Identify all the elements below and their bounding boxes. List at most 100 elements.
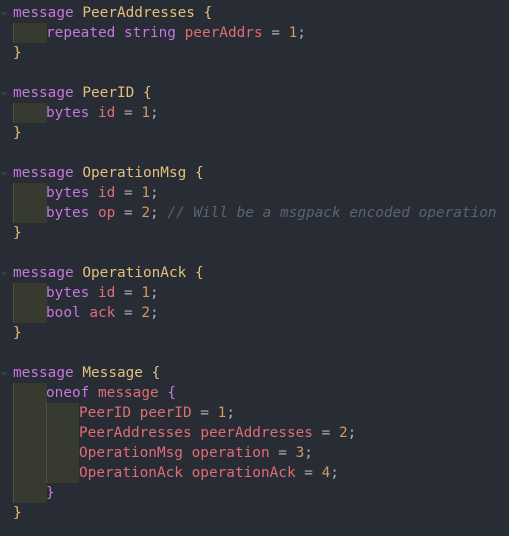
code-token: id bbox=[98, 285, 116, 301]
code-token: = bbox=[262, 25, 289, 41]
code-line[interactable]: bytes op = 2; // Will be a msgpack encod… bbox=[0, 203, 509, 223]
code-token: ack bbox=[89, 305, 116, 321]
code-token: OperationMsg bbox=[79, 445, 183, 461]
code-token: ; bbox=[226, 405, 235, 421]
code-token: repeated bbox=[46, 25, 116, 41]
code-token: = bbox=[115, 305, 142, 321]
code-token: ; bbox=[150, 185, 159, 201]
code-text: bool ack = 2; bbox=[13, 305, 159, 321]
fold-chevron-icon[interactable]: ⌄ bbox=[1, 8, 8, 17]
code-token: = bbox=[115, 285, 142, 301]
code-line[interactable]: bytes id = 1; bbox=[0, 283, 509, 303]
code-token: = bbox=[269, 445, 296, 461]
code-line[interactable]: ⌄ message OperationMsg { bbox=[0, 163, 509, 183]
code-line[interactable]: } bbox=[0, 43, 509, 63]
code-token: 3 bbox=[295, 445, 305, 461]
code-token: message bbox=[13, 5, 74, 21]
code-line[interactable] bbox=[0, 63, 509, 83]
code-token: 1 bbox=[288, 25, 298, 41]
code-text: OperationAck operationAck = 4; bbox=[13, 465, 339, 481]
code-token: string bbox=[123, 25, 176, 41]
code-token: = bbox=[115, 105, 142, 121]
code-line[interactable]: } bbox=[0, 503, 509, 523]
code-token: { bbox=[142, 85, 152, 101]
code-token: Message bbox=[82, 365, 143, 381]
fold-chevron-icon[interactable]: ⌄ bbox=[1, 368, 8, 377]
code-token: 4 bbox=[321, 465, 331, 481]
code-text: bytes id = 1; bbox=[13, 285, 159, 301]
code-line[interactable]: bytes id = 1; bbox=[0, 103, 509, 123]
code-token: peerID bbox=[139, 405, 192, 421]
code-text: } bbox=[13, 505, 22, 521]
code-token: } bbox=[13, 505, 22, 521]
code-text: } bbox=[13, 325, 22, 341]
code-token: } bbox=[13, 225, 22, 241]
code-line[interactable]: bool ack = 2; bbox=[0, 303, 509, 323]
code-token: OperationMsg bbox=[82, 165, 187, 181]
code-text: bytes id = 1; bbox=[13, 105, 159, 121]
code-token: { bbox=[167, 385, 176, 401]
code-token: oneof bbox=[46, 385, 90, 401]
code-line[interactable] bbox=[0, 243, 509, 263]
fold-chevron-icon[interactable]: ⌄ bbox=[1, 268, 8, 277]
code-line[interactable]: oneof message { bbox=[0, 383, 509, 403]
code-text: } bbox=[13, 225, 22, 241]
code-token: ; bbox=[330, 465, 339, 481]
code-line[interactable]: PeerAddresses peerAddresses = 2; bbox=[0, 423, 509, 443]
code-editor[interactable]: ⌄ message PeerAddresses {repeated string … bbox=[0, 3, 509, 523]
code-token: PeerID bbox=[79, 405, 131, 421]
code-text: PeerAddresses peerAddresses = 2; bbox=[13, 425, 356, 441]
code-text: message PeerID { bbox=[13, 85, 152, 101]
code-token: op bbox=[98, 205, 116, 221]
code-line[interactable] bbox=[0, 143, 509, 163]
code-line[interactable]: ⌄ message PeerAddresses { bbox=[0, 3, 509, 23]
fold-chevron-icon[interactable]: ⌄ bbox=[1, 168, 8, 177]
code-token: message bbox=[13, 165, 74, 181]
code-token: = bbox=[312, 425, 339, 441]
code-text: } bbox=[13, 45, 22, 61]
code-line[interactable]: } bbox=[0, 323, 509, 343]
code-token: PeerID bbox=[82, 85, 135, 101]
code-line[interactable] bbox=[0, 343, 509, 363]
code-token: ; bbox=[297, 25, 306, 41]
code-line[interactable]: } bbox=[0, 123, 509, 143]
code-token: id bbox=[98, 105, 116, 121]
code-line[interactable]: OperationAck operationAck = 4; bbox=[0, 463, 509, 483]
code-line[interactable]: PeerID peerID = 1; bbox=[0, 403, 509, 423]
fold-chevron-icon[interactable]: ⌄ bbox=[1, 88, 8, 97]
code-token: = bbox=[115, 185, 142, 201]
code-token: { bbox=[194, 165, 204, 181]
code-editor-window: { "editor": { "lines": [ {"indent": 0, "… bbox=[0, 0, 509, 536]
code-line[interactable]: ⌄ message OperationAck { bbox=[0, 263, 509, 283]
code-line[interactable]: } bbox=[0, 483, 509, 503]
code-token: 1 bbox=[141, 185, 150, 201]
code-text: message OperationMsg { bbox=[13, 165, 204, 181]
code-line[interactable]: OperationMsg operation = 3; bbox=[0, 443, 509, 463]
code-text: oneof message { bbox=[13, 385, 176, 401]
code-token: ; bbox=[150, 105, 159, 121]
code-token: { bbox=[194, 265, 204, 281]
code-token: id bbox=[98, 185, 116, 201]
code-line[interactable]: ⌄ message PeerID { bbox=[0, 83, 509, 103]
code-token: bytes bbox=[46, 185, 90, 201]
code-token: = bbox=[295, 465, 322, 481]
code-line[interactable]: repeated string peerAddrs = 1; bbox=[0, 23, 509, 43]
code-token: message bbox=[13, 265, 74, 281]
code-line[interactable]: bytes id = 1; bbox=[0, 183, 509, 203]
code-line[interactable]: } bbox=[0, 223, 509, 243]
code-text: repeated string peerAddrs = 1; bbox=[13, 25, 306, 41]
code-token: message bbox=[13, 365, 74, 381]
code-line[interactable]: ⌄ message Message { bbox=[0, 363, 509, 383]
code-token: { bbox=[203, 5, 213, 21]
code-text: message OperationAck { bbox=[13, 265, 204, 281]
